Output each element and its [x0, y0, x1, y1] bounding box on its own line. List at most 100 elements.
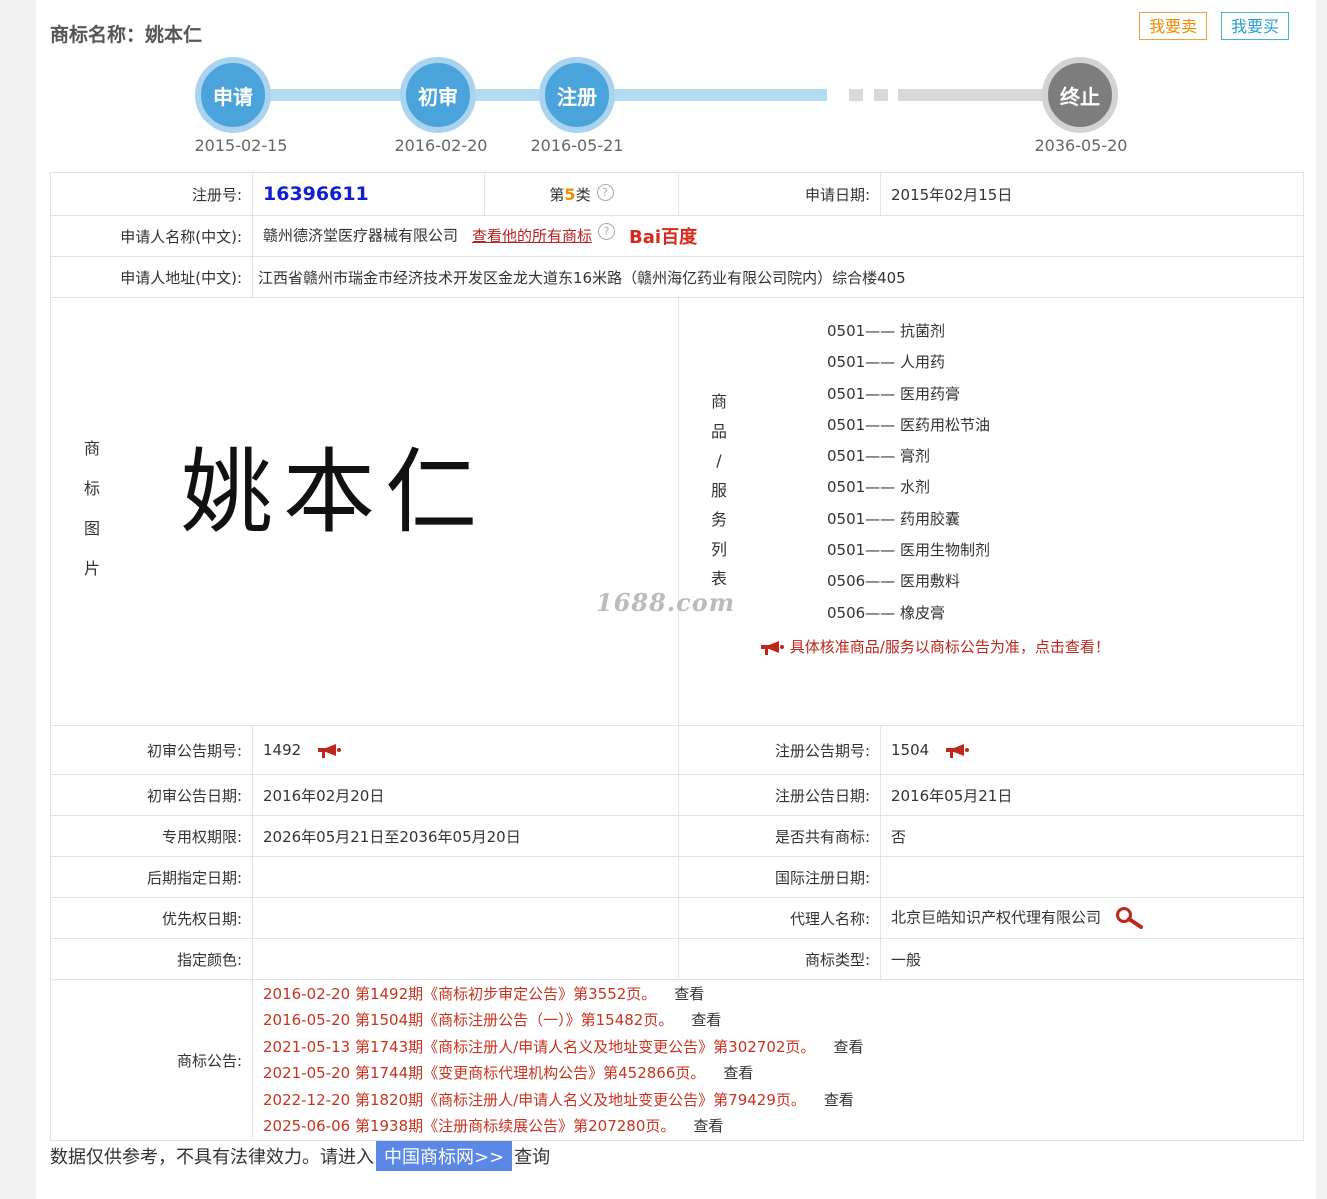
- goods-item: 0501—— 医用药膏: [827, 384, 960, 403]
- label-char: 商: [83, 439, 100, 458]
- megaphone-icon[interactable]: [944, 743, 970, 759]
- buy-button[interactable]: 我要买: [1221, 12, 1289, 40]
- announcement-text: 2025-06-06 第1938期《注册商标续展公告》第207280页。: [263, 1117, 676, 1135]
- label-char: 品: [710, 421, 727, 441]
- goods-list-label: 商 品 / 服 务 列 表: [709, 387, 729, 594]
- later-date-label: 后期指定日期:: [50, 856, 253, 898]
- prelim-issue-value: 1492: [263, 741, 302, 759]
- label-char: 标: [83, 479, 100, 498]
- footer-disclaimer: 数据仅供参考，不具有法律效力。请进入 中国商标网>> 查询: [50, 1141, 550, 1171]
- goods-item: 0501—— 水剂: [827, 478, 930, 497]
- reg-issue-cell: 1504: [880, 725, 1304, 775]
- reg-issue-label: 注册公告期号:: [678, 725, 881, 775]
- goods-item: 0501—— 药用胶囊: [827, 509, 960, 528]
- shared-label: 是否共有商标:: [678, 815, 881, 857]
- type-label: 商标类型:: [678, 938, 881, 980]
- class-prefix: 第: [549, 185, 565, 204]
- reg-no-cell: 16396611: [252, 172, 485, 216]
- timeline-step-apply: 申请: [195, 57, 271, 133]
- type-value: 一般: [880, 938, 1304, 980]
- mark-image-cell: 商 标 图 片 姚本仁 1688.com: [50, 297, 734, 726]
- label-char: 服: [710, 480, 727, 500]
- intl-date-label: 国际注册日期:: [678, 856, 881, 898]
- timeline-step-prelim: 初审: [400, 57, 476, 133]
- term-value: 2026年05月21日至2036年05月20日: [252, 815, 679, 857]
- view-link[interactable]: 查看: [693, 1117, 723, 1135]
- shared-value: 否: [880, 815, 1304, 857]
- goods-item: 0501—— 人用药: [827, 353, 945, 372]
- label-char: 片: [83, 559, 100, 578]
- label-char: 商: [710, 392, 727, 411]
- announcement-text: 2016-02-20 第1492期《商标初步审定公告》第3552页。: [263, 984, 657, 1003]
- label-char: 列: [710, 539, 727, 559]
- goods-notice-text: 具体核准商品/服务以商标公告为准，点击查看！: [789, 638, 1110, 656]
- agent-cell: 北京巨皓知识产权代理有限公司: [880, 897, 1304, 939]
- address-value: 江西省赣州市瑞金市经济技术开发区金龙大道东16米路（赣州海亿药业有限公司院内）综…: [252, 256, 1304, 298]
- disclaimer-text: 数据仅供参考，不具有法律效力。请进入: [50, 1147, 374, 1168]
- prelim-issue-label: 初审公告期号:: [50, 725, 253, 775]
- timeline-date-end: 2036-05-20: [1034, 136, 1128, 155]
- reg-date-label: 注册公告日期:: [678, 774, 881, 816]
- view-link[interactable]: 查看: [691, 1011, 721, 1029]
- goods-notice-link[interactable]: 具体核准商品/服务以商标公告为准，点击查看！: [759, 636, 1110, 657]
- goods-cell: 商 品 / 服 务 列 表 0501—— 抗菌剂 0501—— 人用药 0501…: [678, 297, 1304, 726]
- query-text: 查询: [514, 1147, 551, 1168]
- label-char: 表: [710, 569, 727, 588]
- intl-date-value: [880, 856, 1304, 898]
- timeline-step-end: 终止: [1042, 57, 1118, 133]
- sell-button[interactable]: 我要卖: [1139, 12, 1207, 40]
- search-icon[interactable]: [1114, 906, 1144, 930]
- color-label: 指定颜色:: [50, 938, 253, 980]
- view-link[interactable]: 查看: [723, 1064, 753, 1082]
- announce-label: 商标公告:: [50, 979, 253, 1141]
- apply-date-label: 申请日期:: [678, 172, 881, 216]
- applicant-cell: 赣州德济堂医疗器械有限公司 查看他的所有商标? Bai百度: [252, 215, 1304, 257]
- reg-no-value: 16396611: [263, 183, 369, 205]
- class-cell: 第5类?: [484, 172, 679, 216]
- announcement-text: 2022-12-20 第1820期《商标注册人/申请人名义及地址变更公告》第79…: [263, 1090, 806, 1109]
- goods-item: 0501—— 医用生物制剂: [827, 541, 990, 560]
- timeline-date-apply: 2015-02-15: [194, 136, 288, 155]
- reg-date-value: 2016年05月21日: [880, 774, 1304, 816]
- help-icon[interactable]: ?: [596, 183, 614, 201]
- announcement-text: 2021-05-13 第1743期《商标注册人/申请人名义及地址变更公告》第30…: [263, 1037, 816, 1056]
- announcement-item: 2016-02-20 第1492期《商标初步审定公告》第3552页。 查看: [263, 981, 1293, 1008]
- megaphone-icon: [761, 640, 784, 655]
- view-link[interactable]: 查看: [824, 1091, 854, 1109]
- timeline-step-register: 注册: [539, 57, 615, 133]
- page-title: 商标名称：姚本仁: [50, 24, 203, 46]
- goods-list: 0501—— 抗菌剂 0501—— 人用药 0501—— 医用药膏 0501——…: [827, 316, 990, 629]
- apply-date-value: 2015年02月15日: [880, 172, 1304, 216]
- announcement-item: 2022-12-20 第1820期《商标注册人/申请人名义及地址变更公告》第79…: [263, 1087, 1293, 1114]
- goods-item: 0501—— 抗菌剂: [827, 322, 945, 340]
- class-suffix: 类: [575, 185, 591, 204]
- later-date-value: [252, 856, 679, 898]
- view-link[interactable]: 查看: [833, 1038, 863, 1056]
- view-link[interactable]: 查看: [674, 985, 704, 1003]
- baidu-search-logo[interactable]: Bai百度: [629, 223, 697, 249]
- help-icon[interactable]: ?: [598, 223, 616, 240]
- announcement-item: 2016-05-20 第1504期《商标注册公告（一）》第15482页。 查看: [263, 1007, 1293, 1034]
- agent-value: 北京巨皓知识产权代理有限公司: [891, 908, 1102, 927]
- label-char: 务: [710, 510, 727, 529]
- color-value: [252, 938, 679, 980]
- ctmo-link-button[interactable]: 中国商标网>>: [376, 1141, 513, 1171]
- megaphone-icon[interactable]: [316, 743, 342, 759]
- address-label: 申请人地址(中文):: [50, 256, 253, 298]
- timeline-progress-bar: [233, 89, 827, 101]
- applicant-label: 申请人名称(中文):: [50, 215, 253, 257]
- trademark-image: 姚本仁: [181, 439, 488, 546]
- timeline-date-prelim: 2016-02-20: [394, 136, 488, 155]
- mark-image-label: 商 标 图 片: [82, 429, 102, 589]
- label-char: /: [716, 451, 722, 470]
- announcement-text: 2016-05-20 第1504期《商标注册公告（一）》第15482页。: [263, 1011, 674, 1029]
- term-label: 专用权期限:: [50, 815, 253, 857]
- goods-item: 0501—— 膏剂: [827, 447, 930, 466]
- announcement-item: 2021-05-13 第1743期《商标注册人/申请人名义及地址变更公告》第30…: [263, 1034, 1293, 1061]
- prelim-date-value: 2016年02月20日: [252, 774, 679, 816]
- goods-item: 0506—— 医用敷料: [827, 572, 960, 591]
- all-marks-link[interactable]: 查看他的所有商标: [472, 227, 592, 245]
- timeline-dash: [874, 89, 888, 101]
- prelim-issue-cell: 1492: [252, 725, 679, 775]
- agent-label: 代理人名称:: [678, 897, 881, 939]
